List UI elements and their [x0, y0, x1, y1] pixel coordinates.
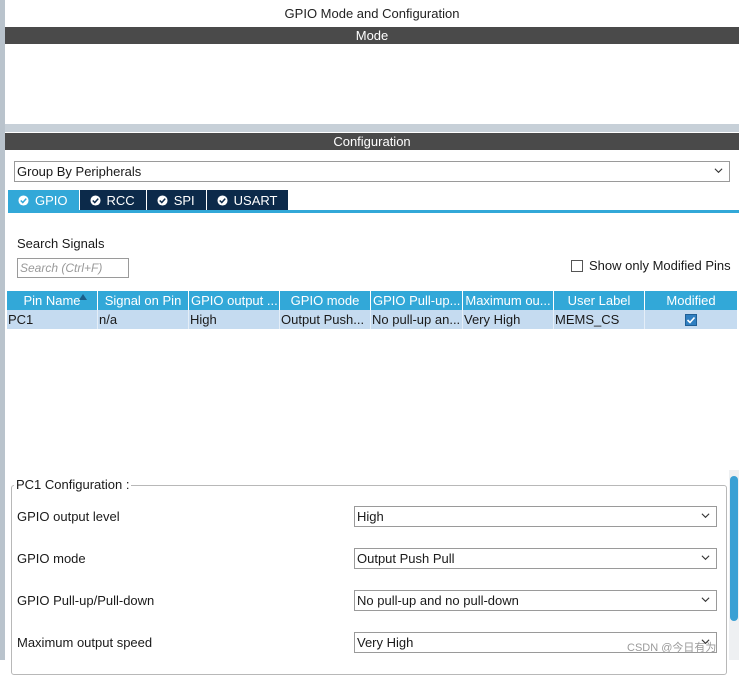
tab-label: SPI — [173, 192, 195, 208]
chevron-down-icon — [714, 168, 723, 174]
gpio-mode-label: GPIO mode — [17, 551, 86, 566]
column-header-signal[interactable]: Signal on Pin — [98, 291, 189, 310]
check-circle-icon — [18, 194, 29, 206]
cell-pin-name: PC1 — [7, 310, 98, 329]
mode-section-header: Mode — [5, 27, 739, 44]
pull-label: GPIO Pull-up/Pull-down — [17, 593, 155, 608]
peripheral-tabs: GPIO RCC SPI USART — [8, 190, 289, 210]
pin-configuration-legend: PC1 Configuration : — [14, 477, 132, 492]
check-circle-icon — [217, 194, 228, 206]
column-header-label: Maximum ou... — [465, 293, 551, 308]
tab-spi[interactable]: SPI — [146, 190, 206, 210]
gpio-mode-value: Output Push Pull — [357, 551, 455, 566]
config-scrollbar-thumb[interactable] — [730, 476, 738, 621]
cell-speed: Very High — [463, 310, 554, 329]
pin-table-header: Pin Name Signal on Pin GPIO output ... G… — [7, 291, 737, 310]
output-level-label: GPIO output level — [17, 509, 120, 524]
tab-label: RCC — [106, 192, 135, 208]
column-header-pull[interactable]: GPIO Pull-up... — [371, 291, 463, 310]
chevron-down-icon — [701, 555, 710, 561]
column-header-label: Modified — [666, 293, 716, 308]
group-by-value: Group By Peripherals — [17, 164, 142, 179]
check-circle-icon — [157, 194, 168, 206]
cell-output-level: High — [189, 310, 280, 329]
table-row[interactable]: PC1 n/a High Output Push... No pull-up a… — [7, 310, 737, 329]
checkbox-checked-icon[interactable] — [685, 313, 697, 326]
column-header-user-label[interactable]: User Label — [554, 291, 645, 310]
column-header-gpio-mode[interactable]: GPIO mode — [280, 291, 371, 310]
output-level-value: High — [357, 509, 384, 524]
column-header-output-level[interactable]: GPIO output ... — [189, 291, 280, 310]
tab-gpio[interactable]: GPIO — [8, 190, 79, 210]
pull-dropdown[interactable]: No pull-up and no pull-down — [354, 590, 717, 611]
sort-ascending-icon — [79, 294, 87, 300]
column-header-label: GPIO Pull-up... — [373, 293, 461, 308]
chevron-down-icon — [701, 597, 710, 603]
cell-gpio-mode: Output Push... — [280, 310, 371, 329]
tab-underline — [8, 210, 739, 213]
cell-pull: No pull-up an... — [371, 310, 463, 329]
show-modified-label: Show only Modified Pins — [589, 258, 731, 273]
search-signals-label: Search Signals — [17, 236, 105, 251]
group-by-dropdown[interactable]: Group By Peripherals — [14, 161, 730, 182]
gpio-mode-dropdown[interactable]: Output Push Pull — [354, 548, 717, 569]
watermark: CSDN @今日有为 — [627, 642, 717, 654]
cell-user-label: MEMS_CS — [554, 310, 645, 329]
column-header-speed[interactable]: Maximum ou... — [463, 291, 554, 310]
pin-table-body — [7, 329, 737, 469]
check-circle-icon — [89, 194, 101, 206]
column-header-label: GPIO output ... — [191, 293, 278, 308]
speed-value: Very High — [357, 635, 414, 650]
tab-label: GPIO — [35, 192, 68, 208]
column-header-modified[interactable]: Modified — [645, 291, 737, 310]
pull-value: No pull-up and no pull-down — [357, 593, 519, 608]
mode-panel — [5, 44, 739, 124]
column-header-label: User Label — [567, 293, 631, 308]
cell-signal: n/a — [98, 310, 189, 329]
show-modified-pins-toggle[interactable]: Show only Modified Pins — [571, 258, 731, 273]
cell-modified — [645, 310, 737, 329]
speed-label: Maximum output speed — [17, 635, 153, 650]
window-title: GPIO Mode and Configuration — [284, 6, 460, 21]
column-header-label: Signal on Pin — [104, 293, 182, 308]
tab-usart[interactable]: USART — [206, 190, 289, 210]
tab-label: USART — [233, 192, 278, 208]
chevron-down-icon — [701, 513, 710, 519]
search-signals-input[interactable] — [17, 258, 129, 278]
column-header-label: GPIO mode — [290, 293, 360, 308]
output-level-dropdown[interactable]: High — [354, 506, 717, 527]
configuration-section-header: Configuration — [5, 133, 739, 150]
panel-splitter[interactable] — [5, 124, 739, 132]
show-modified-checkbox[interactable] — [571, 259, 583, 272]
column-header-pin-name[interactable]: Pin Name — [7, 291, 98, 310]
tab-rcc[interactable]: RCC — [79, 190, 146, 210]
column-header-label: Pin Name — [23, 293, 81, 308]
